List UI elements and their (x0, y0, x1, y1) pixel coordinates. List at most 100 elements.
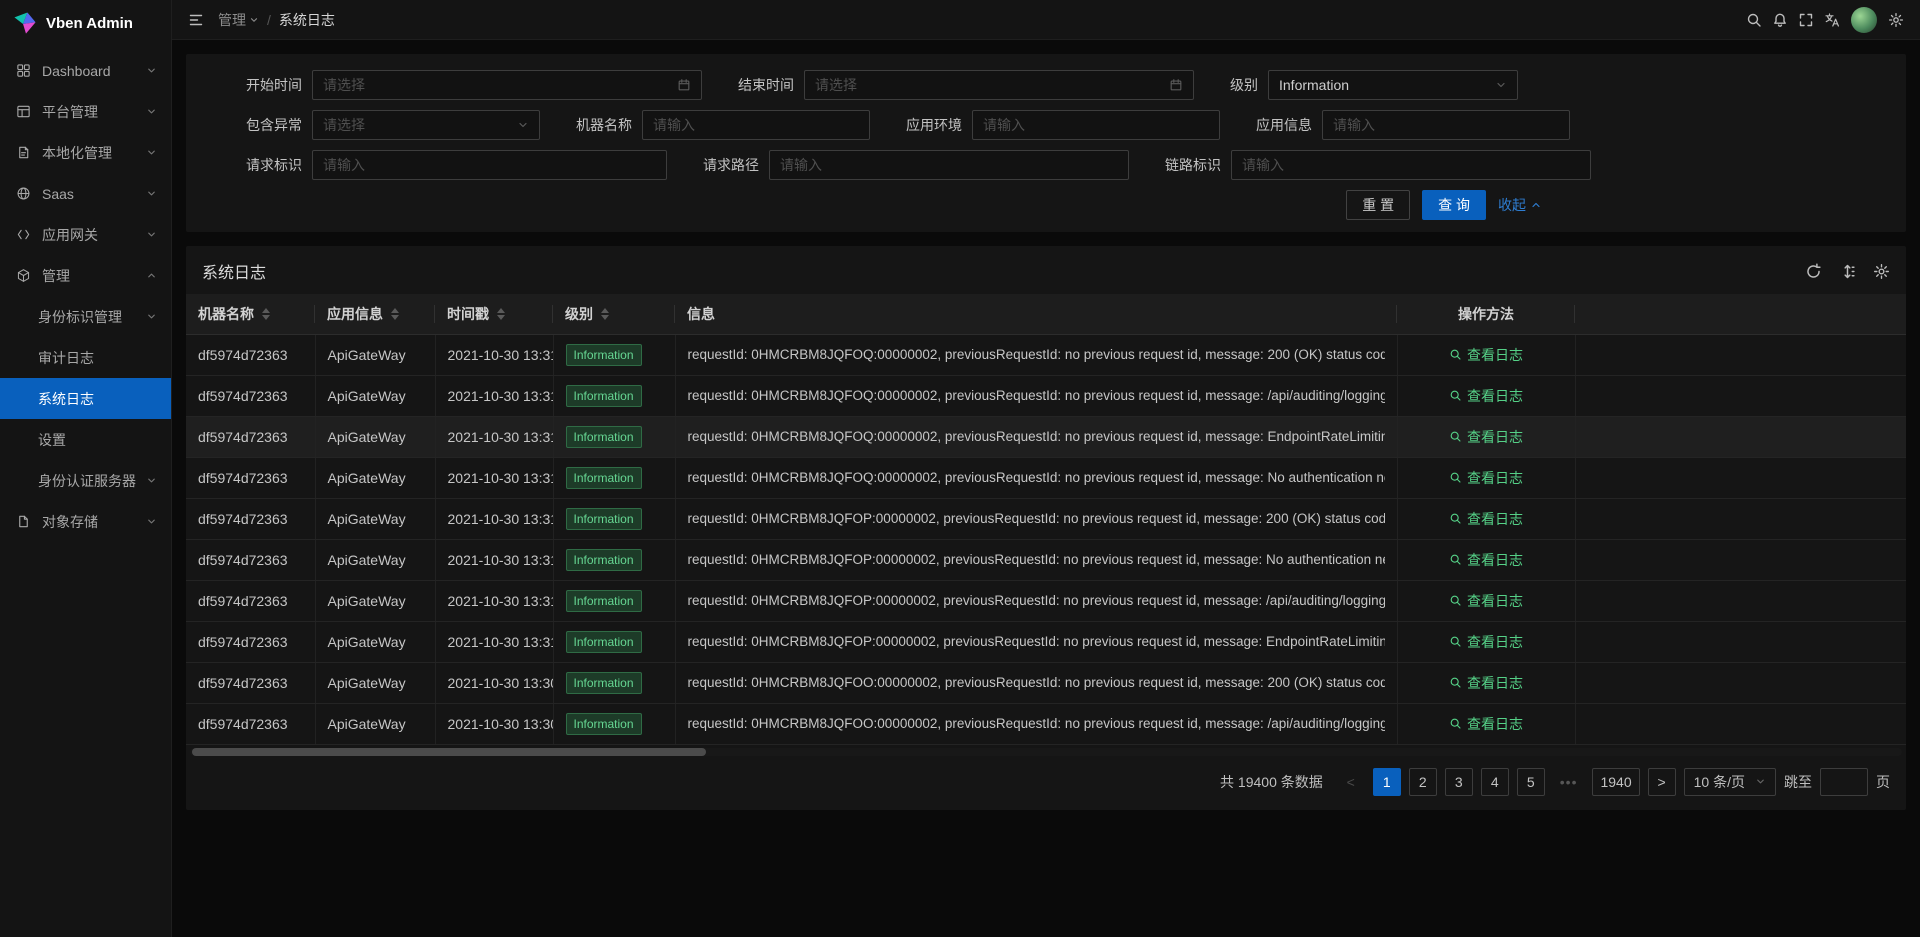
page-button-4[interactable]: 4 (1481, 768, 1509, 796)
prev-page-button[interactable]: < (1337, 768, 1365, 796)
sidebar-subitem-身份标识管理[interactable]: 身份标识管理 (0, 296, 171, 337)
sort-icon[interactable] (601, 308, 609, 320)
view-log-link[interactable]: 查看日志 (1449, 632, 1523, 652)
row-filler (1575, 334, 1906, 375)
sidebar-item-Saas[interactable]: Saas (0, 173, 171, 214)
start-time-picker[interactable]: 请选择 (312, 70, 702, 100)
include-exception-label: 包含异常 (246, 115, 302, 135)
header-filler (1575, 294, 1906, 334)
machine-name-input[interactable] (642, 110, 870, 140)
sidebar-subitem-系统日志[interactable]: 系统日志 (0, 378, 171, 419)
jump-page-input[interactable] (1820, 768, 1868, 796)
view-log-link[interactable]: 查看日志 (1449, 468, 1523, 488)
cell-machine-name: df5974d72363 (186, 703, 315, 744)
cell-app-info: ApiGateWay (315, 662, 435, 703)
column-header-1[interactable]: 应用信息 (315, 294, 435, 334)
include-exception-select[interactable]: 请选择 (312, 110, 540, 140)
end-time-label: 结束时间 (738, 75, 794, 95)
sort-icon[interactable] (391, 308, 399, 320)
cell-message: requestId: 0HMCRBM8JQFOQ:00000002, previ… (675, 375, 1397, 416)
sidebar-item-对象存储[interactable]: 对象存储 (0, 501, 171, 542)
app-root: Vben Admin Dashboard 平台管理 本地化管理 Saas 应用网… (0, 0, 1920, 937)
next-page-button[interactable]: > (1648, 768, 1676, 796)
fullscreen-icon[interactable] (1794, 8, 1818, 32)
page-button-2[interactable]: 2 (1409, 768, 1437, 796)
sidebar-subitem-身份认证服务器[interactable]: 身份认证服务器 (0, 460, 171, 501)
user-avatar[interactable] (1851, 7, 1877, 33)
sidebar-item-管理[interactable]: 管理 (0, 255, 171, 296)
column-header-0[interactable]: 机器名称 (186, 294, 315, 334)
reset-button[interactable]: 重 置 (1346, 190, 1410, 220)
translate-icon[interactable] (1820, 8, 1844, 32)
main-area: 管理 / 系统日志 开始时间 请选择 (172, 0, 1920, 937)
end-time-picker[interactable]: 请选择 (804, 70, 1194, 100)
sort-icon[interactable] (262, 308, 270, 320)
menu-collapse-icon[interactable] (184, 8, 208, 32)
view-log-link[interactable]: 查看日志 (1449, 673, 1523, 693)
request-id-input[interactable] (312, 150, 667, 180)
view-log-link[interactable]: 查看日志 (1449, 509, 1523, 529)
table-settings-icon[interactable] (1873, 263, 1890, 280)
horizontal-scrollbar[interactable] (190, 748, 1902, 756)
sidebar-item-平台管理[interactable]: 平台管理 (0, 91, 171, 132)
bell-icon[interactable] (1768, 8, 1792, 32)
settings-icon[interactable] (1884, 8, 1908, 32)
view-log-link[interactable]: 查看日志 (1449, 591, 1523, 611)
sidebar-subitem-审计日志[interactable]: 审计日志 (0, 337, 171, 378)
page-button-5[interactable]: 5 (1517, 768, 1545, 796)
cell-timestamp: 2021-10-30 13:31:38 (435, 416, 553, 457)
collapse-filter-link[interactable]: 收起 (1498, 195, 1542, 215)
level-badge: Information (566, 385, 642, 407)
column-height-icon[interactable] (1839, 263, 1856, 280)
level-badge: Information (566, 467, 642, 489)
request-path-input[interactable] (769, 150, 1129, 180)
sort-icon[interactable] (497, 308, 505, 320)
view-log-link[interactable]: 查看日志 (1449, 386, 1523, 406)
page-size-select[interactable]: 10 条/页 (1684, 768, 1776, 796)
page-button-1940[interactable]: 1940 (1592, 768, 1639, 796)
cell-actions: 查看日志 (1397, 334, 1575, 375)
cell-level: Information (553, 662, 675, 703)
app-logo[interactable]: Vben Admin (0, 0, 171, 46)
breadcrumb-current: 系统日志 (279, 10, 335, 30)
scrollbar-thumb[interactable] (192, 748, 706, 756)
level-badge: Information (566, 590, 642, 612)
view-log-link[interactable]: 查看日志 (1449, 550, 1523, 570)
sidebar-subitem-label: 身份标识管理 (38, 307, 136, 327)
column-header-2[interactable]: 时间戳 (435, 294, 553, 334)
trace-id-input[interactable] (1231, 150, 1591, 180)
sidebar-item-应用网关[interactable]: 应用网关 (0, 214, 171, 255)
cell-message: requestId: 0HMCRBM8JQFOO:00000002, previ… (675, 662, 1397, 703)
column-header-3[interactable]: 级别 (553, 294, 675, 334)
view-log-link[interactable]: 查看日志 (1449, 345, 1523, 365)
view-log-link[interactable]: 查看日志 (1449, 427, 1523, 447)
sidebar-subitem-设置[interactable]: 设置 (0, 419, 171, 460)
page-button-1[interactable]: 1 (1373, 768, 1401, 796)
row-filler (1575, 539, 1906, 580)
cell-app-info: ApiGateWay (315, 334, 435, 375)
view-log-link[interactable]: 查看日志 (1449, 714, 1523, 734)
table-row: df5974d72363ApiGateWay2021-10-30 13:30:4… (186, 662, 1906, 703)
cell-app-info: ApiGateWay (315, 457, 435, 498)
pagination: 共 19400 条数据<12345•••1940>10 条/页跳至页 (186, 756, 1906, 806)
cell-message: requestId: 0HMCRBM8JQFOQ:00000002, previ… (675, 334, 1397, 375)
level-select[interactable]: Information (1268, 70, 1518, 100)
sidebar-item-本地化管理[interactable]: 本地化管理 (0, 132, 171, 173)
header: 管理 / 系统日志 (172, 0, 1920, 40)
cell-timestamp: 2021-10-30 13:31:38 (435, 334, 553, 375)
breadcrumb-root[interactable]: 管理 (218, 10, 259, 30)
page-ellipsis[interactable]: ••• (1553, 768, 1585, 796)
sidebar: Vben Admin Dashboard 平台管理 本地化管理 Saas 应用网… (0, 0, 172, 937)
app-info-input[interactable] (1322, 110, 1570, 140)
cell-message: requestId: 0HMCRBM8JQFOP:00000002, previ… (675, 621, 1397, 662)
app-title: Vben Admin (46, 15, 133, 32)
refresh-icon[interactable] (1805, 263, 1822, 280)
page-button-3[interactable]: 3 (1445, 768, 1473, 796)
table-row: df5974d72363ApiGateWay2021-10-30 13:31:3… (186, 580, 1906, 621)
search-icon[interactable] (1742, 8, 1766, 32)
query-button[interactable]: 查 询 (1422, 190, 1486, 220)
app-environment-input[interactable] (972, 110, 1220, 140)
table-row: df5974d72363ApiGateWay2021-10-30 13:30:4… (186, 703, 1906, 744)
sidebar-item-Dashboard[interactable]: Dashboard (0, 50, 171, 91)
cell-message: requestId: 0HMCRBM8JQFOP:00000002, previ… (675, 498, 1397, 539)
